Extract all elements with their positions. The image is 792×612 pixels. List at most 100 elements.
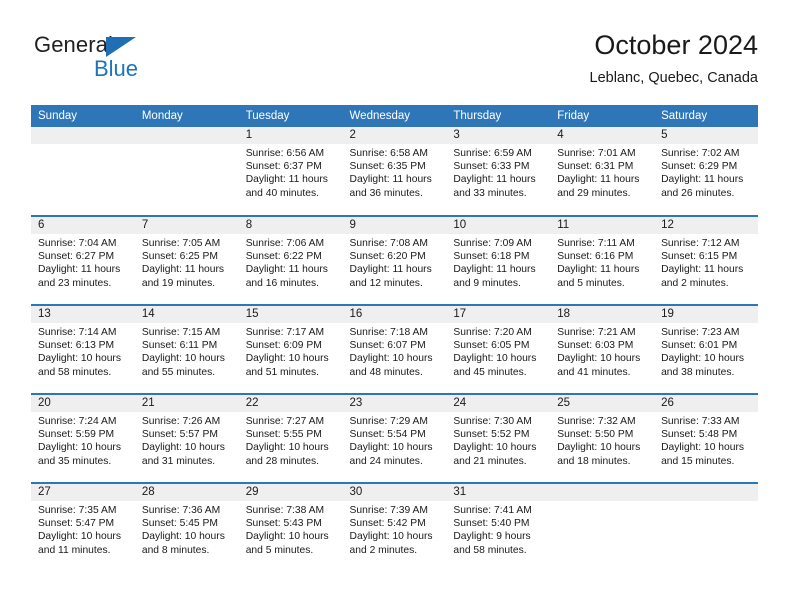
calendar-day-cell[interactable]: 4 Sunrise: 7:01 AM Sunset: 6:31 PM Daylight… — [550, 127, 655, 216]
day-detail-daylight-line1: Daylight: 10 hours — [349, 353, 433, 365]
day-number — [134, 127, 239, 144]
calendar-page: General Blue October 2024 Leblanc, Quebe… — [0, 0, 792, 612]
calendar-day-cell[interactable]: 19 Sunrise: 7:23 AM Sunset: 6:01 PM Dayligh… — [654, 304, 758, 394]
logo-text-blue: Blue — [94, 56, 139, 81]
day-details: Sunrise: 7:23 AM Sunset: 6:01 PM Daylight:… — [654, 323, 758, 379]
calendar-week-row: 20 Sunrise: 7:24 AM Sunset: 5:59 PM Dayligh… — [31, 393, 758, 483]
day-detail-sunrise: Sunrise: 7:14 AM — [38, 327, 117, 338]
day-detail-sunrise: Sunrise: 6:59 AM — [453, 148, 532, 159]
day-details: Sunrise: 7:26 AM Sunset: 5:57 PM Daylight:… — [135, 412, 239, 468]
day-number: 27 — [31, 484, 135, 501]
day-detail-daylight-line1: Daylight: 11 hours — [453, 264, 536, 276]
calendar-day-cell[interactable]: 7 Sunrise: 7:05 AM Sunset: 6:25 PM Daylight… — [134, 215, 239, 305]
day-details: Sunrise: 7:39 AM Sunset: 5:42 PM Daylight:… — [343, 501, 447, 557]
calendar-day-cell[interactable]: 31 Sunrise: 7:41 AM Sunset: 5:40 PM Dayligh… — [446, 482, 551, 572]
day-detail-daylight-line2: and 38 minutes. — [661, 366, 735, 378]
day-cell-inner: 23 Sunrise: 7:29 AM Sunset: 5:54 PM Dayligh… — [342, 395, 447, 482]
calendar-day-cell[interactable]: 26 Sunrise: 7:33 AM Sunset: 5:48 PM Dayligh… — [654, 393, 758, 483]
calendar-day-cell[interactable]: 6 Sunrise: 7:04 AM Sunset: 6:27 PM Daylight… — [31, 215, 135, 305]
day-detail-daylight-line1: Daylight: 10 hours — [557, 353, 641, 365]
calendar-day-cell[interactable]: 9 Sunrise: 7:08 AM Sunset: 6:20 PM Daylight… — [342, 215, 447, 305]
day-cell-inner: 31 Sunrise: 7:41 AM Sunset: 5:40 PM Dayligh… — [446, 484, 551, 572]
day-detail-daylight-line2: and 58 minutes. — [38, 366, 112, 378]
day-cell-inner: 27 Sunrise: 7:35 AM Sunset: 5:47 PM Dayligh… — [31, 484, 135, 572]
day-cell-inner: 15 Sunrise: 7:17 AM Sunset: 6:09 PM Dayligh… — [238, 306, 343, 393]
day-detail-daylight-line2: and 41 minutes. — [557, 366, 631, 378]
day-number: 7 — [134, 217, 239, 234]
calendar-day-cell[interactable]: 30 Sunrise: 7:39 AM Sunset: 5:42 PM Dayligh… — [342, 482, 447, 572]
day-detail-daylight-line1: Daylight: 11 hours — [661, 264, 744, 276]
calendar-day-cell[interactable]: 24 Sunrise: 7:30 AM Sunset: 5:52 PM Dayligh… — [446, 393, 551, 483]
calendar-day-cell[interactable]: 16 Sunrise: 7:18 AM Sunset: 6:07 PM Dayligh… — [342, 304, 447, 394]
day-cell-inner: 3 Sunrise: 6:59 AM Sunset: 6:33 PM Daylight… — [446, 127, 551, 215]
calendar-day-cell[interactable]: 21 Sunrise: 7:26 AM Sunset: 5:57 PM Dayligh… — [134, 393, 239, 483]
day-cell-inner: 10 Sunrise: 7:09 AM Sunset: 6:18 PM Dayligh… — [446, 217, 551, 304]
day-number: 21 — [134, 395, 239, 412]
weekday-header-monday: Monday — [134, 105, 239, 127]
day-detail-daylight-line1: Daylight: 10 hours — [661, 442, 745, 454]
day-detail-daylight-line2: and 11 minutes. — [38, 544, 111, 556]
day-number: 14 — [134, 306, 239, 323]
day-number: 11 — [550, 217, 655, 234]
calendar-day-cell[interactable]: 27 Sunrise: 7:35 AM Sunset: 5:47 PM Dayligh… — [31, 482, 135, 572]
calendar-day-cell[interactable]: 29 Sunrise: 7:38 AM Sunset: 5:43 PM Dayligh… — [238, 482, 343, 572]
day-detail-daylight-line2: and 40 minutes. — [245, 187, 319, 199]
calendar-day-cell[interactable]: 5 Sunrise: 7:02 AM Sunset: 6:29 PM Daylight… — [654, 127, 758, 216]
day-detail-daylight-line1: Daylight: 11 hours — [453, 174, 536, 186]
day-cell-inner: 17 Sunrise: 7:20 AM Sunset: 6:05 PM Dayligh… — [446, 306, 551, 393]
day-number: 6 — [31, 217, 135, 234]
calendar-day-cell[interactable]: 18 Sunrise: 7:21 AM Sunset: 6:03 PM Dayligh… — [550, 304, 655, 394]
day-detail-sunrise: Sunrise: 7:12 AM — [661, 238, 740, 249]
calendar-day-cell[interactable]: 1 Sunrise: 6:56 AM Sunset: 6:37 PM Daylight… — [238, 127, 343, 216]
day-number: 3 — [446, 127, 551, 144]
calendar-day-cell-empty — [550, 482, 655, 572]
page-header: General Blue October 2024 Leblanc, Quebe… — [31, 28, 758, 90]
calendar-day-cell[interactable]: 3 Sunrise: 6:59 AM Sunset: 6:33 PM Daylight… — [446, 127, 551, 216]
day-number: 31 — [446, 484, 551, 501]
day-detail-daylight-line2: and 2 minutes. — [661, 277, 729, 289]
calendar-day-cell[interactable]: 15 Sunrise: 7:17 AM Sunset: 6:09 PM Dayligh… — [238, 304, 343, 394]
day-details: Sunrise: 7:21 AM Sunset: 6:03 PM Daylight:… — [550, 323, 654, 379]
day-detail-daylight-line1: Daylight: 10 hours — [245, 353, 329, 365]
day-number: 24 — [446, 395, 551, 412]
day-detail-daylight-line1: Daylight: 10 hours — [453, 353, 537, 365]
general-blue-logo[interactable]: General Blue — [34, 32, 174, 90]
calendar-day-cell[interactable]: 28 Sunrise: 7:36 AM Sunset: 5:45 PM Dayligh… — [134, 482, 239, 572]
day-details: Sunrise: 6:56 AM Sunset: 6:37 PM Daylight:… — [239, 144, 343, 200]
weekday-header-tuesday: Tuesday — [238, 105, 343, 127]
day-details: Sunrise: 7:30 AM Sunset: 5:52 PM Daylight:… — [446, 412, 550, 468]
day-number: 10 — [446, 217, 551, 234]
day-detail-daylight-line1: Daylight: 11 hours — [245, 174, 328, 186]
day-detail-sunrise: Sunrise: 7:32 AM — [557, 416, 636, 427]
calendar-day-cell[interactable]: 14 Sunrise: 7:15 AM Sunset: 6:11 PM Dayligh… — [134, 304, 239, 394]
calendar-day-cell[interactable]: 23 Sunrise: 7:29 AM Sunset: 5:54 PM Dayligh… — [342, 393, 447, 483]
calendar-day-cell[interactable]: 20 Sunrise: 7:24 AM Sunset: 5:59 PM Dayligh… — [31, 393, 135, 483]
day-cell-inner: 25 Sunrise: 7:32 AM Sunset: 5:50 PM Dayligh… — [550, 395, 655, 482]
calendar-day-cell[interactable]: 13 Sunrise: 7:14 AM Sunset: 6:13 PM Dayligh… — [31, 304, 135, 394]
day-detail-daylight-line1: Daylight: 10 hours — [141, 353, 225, 365]
day-cell-inner: 21 Sunrise: 7:26 AM Sunset: 5:57 PM Dayligh… — [134, 395, 239, 482]
day-detail-sunset: Sunset: 6:33 PM — [453, 161, 530, 173]
calendar-day-cell[interactable]: 17 Sunrise: 7:20 AM Sunset: 6:05 PM Dayligh… — [446, 304, 551, 394]
calendar-day-cell[interactable]: 11 Sunrise: 7:11 AM Sunset: 6:16 PM Dayligh… — [550, 215, 655, 305]
day-number: 29 — [238, 484, 343, 501]
day-detail-sunset: Sunset: 5:52 PM — [453, 429, 530, 441]
weekday-header-sunday: Sunday — [31, 105, 135, 127]
calendar-day-cell[interactable]: 22 Sunrise: 7:27 AM Sunset: 5:55 PM Dayligh… — [238, 393, 343, 483]
day-detail-sunrise: Sunrise: 6:58 AM — [349, 148, 428, 159]
calendar-day-cell-empty — [134, 127, 239, 216]
page-title: October 2024 — [594, 30, 758, 60]
day-detail-sunset: Sunset: 6:03 PM — [557, 340, 634, 352]
calendar-day-cell[interactable]: 2 Sunrise: 6:58 AM Sunset: 6:35 PM Daylight… — [342, 127, 447, 216]
calendar-day-cell[interactable]: 10 Sunrise: 7:09 AM Sunset: 6:18 PM Dayligh… — [446, 215, 551, 305]
day-number: 1 — [238, 127, 343, 144]
day-cell-inner: 9 Sunrise: 7:08 AM Sunset: 6:20 PM Daylight… — [342, 217, 447, 304]
day-details: Sunrise: 7:01 AM Sunset: 6:31 PM Daylight:… — [550, 144, 654, 200]
calendar-day-cell[interactable]: 25 Sunrise: 7:32 AM Sunset: 5:50 PM Dayligh… — [550, 393, 655, 483]
calendar-day-cell[interactable]: 12 Sunrise: 7:12 AM Sunset: 6:15 PM Dayligh… — [654, 215, 758, 305]
calendar-day-cell[interactable]: 8 Sunrise: 7:06 AM Sunset: 6:22 PM Daylight… — [238, 215, 343, 305]
day-detail-daylight-line1: Daylight: 9 hours — [453, 531, 531, 543]
day-cell-inner: 28 Sunrise: 7:36 AM Sunset: 5:45 PM Dayligh… — [134, 484, 239, 572]
day-detail-sunset: Sunset: 6:25 PM — [141, 251, 218, 263]
day-detail-daylight-line1: Daylight: 10 hours — [453, 442, 537, 454]
